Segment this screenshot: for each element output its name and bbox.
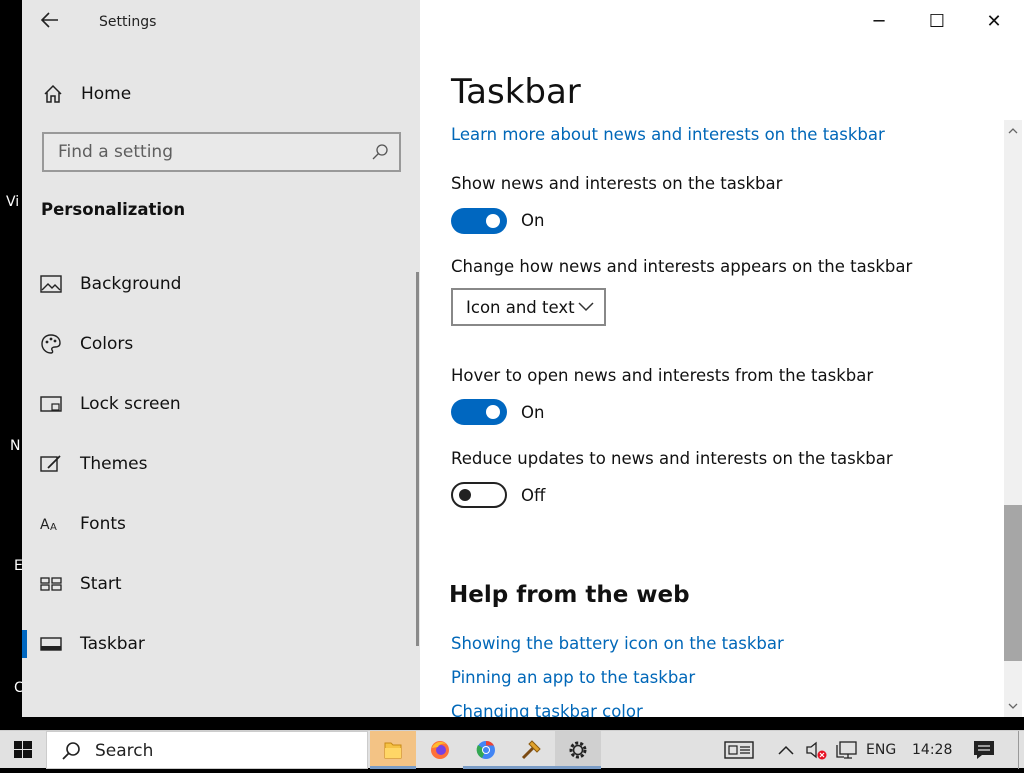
reduce-updates-toggle[interactable] bbox=[451, 482, 507, 508]
palette-icon bbox=[41, 334, 61, 354]
show-news-label: Show news and interests on the taskbar bbox=[451, 174, 783, 193]
svg-text:A: A bbox=[50, 522, 57, 533]
toggle-knob bbox=[486, 405, 500, 419]
scroll-down-arrow-icon[interactable] bbox=[1004, 697, 1022, 715]
nav-scrollbar[interactable] bbox=[416, 272, 419, 646]
taskbar: Search ENG 14:28 bbox=[0, 730, 1024, 769]
help-link-battery[interactable]: Showing the battery icon on the taskbar bbox=[451, 634, 784, 653]
nav-item-colors[interactable]: Colors bbox=[22, 322, 418, 366]
nav-item-fonts[interactable]: A A Fonts bbox=[22, 502, 418, 546]
firefox-taskbar-button[interactable] bbox=[417, 731, 463, 769]
show-desktop-button[interactable] bbox=[1018, 731, 1024, 769]
tool-app-icon bbox=[521, 740, 541, 760]
dropdown-value: Icon and text bbox=[466, 298, 575, 317]
find-setting-input[interactable] bbox=[44, 134, 364, 170]
nav-item-taskbar[interactable]: Taskbar bbox=[22, 622, 418, 666]
firefox-icon bbox=[431, 741, 449, 759]
back-button[interactable] bbox=[40, 10, 64, 34]
close-button[interactable]: ✕ bbox=[971, 8, 1017, 36]
maximize-button[interactable]: ☐ bbox=[914, 8, 960, 36]
section-title: Personalization bbox=[41, 200, 186, 219]
hover-open-toggle[interactable] bbox=[451, 399, 507, 425]
help-section-title: Help from the web bbox=[449, 582, 690, 608]
nav-item-lock-screen[interactable]: Lock screen bbox=[22, 382, 418, 426]
news-and-interests-button[interactable] bbox=[722, 731, 758, 769]
home-button[interactable]: Home bbox=[42, 82, 131, 106]
help-link-color[interactable]: Changing taskbar color bbox=[451, 702, 643, 717]
start-icon bbox=[40, 577, 62, 591]
page-title: Taskbar bbox=[451, 72, 581, 112]
picture-icon bbox=[40, 275, 62, 293]
help-link-pinning[interactable]: Pinning an app to the taskbar bbox=[451, 668, 695, 687]
news-icon bbox=[724, 741, 754, 759]
search-icon bbox=[62, 742, 80, 760]
taskbar-icon bbox=[40, 637, 62, 651]
input-language-indicator[interactable]: ENG bbox=[866, 731, 906, 769]
fonts-icon: A A bbox=[40, 517, 57, 533]
reduce-updates-label: Reduce updates to news and interests on … bbox=[451, 449, 893, 468]
clock[interactable]: 14:28 bbox=[912, 731, 960, 769]
file-explorer-taskbar-button[interactable] bbox=[370, 731, 416, 769]
nav-item-label: Fonts bbox=[80, 514, 126, 534]
home-icon bbox=[44, 84, 62, 103]
navigation-pane: Settings Home Personalization Background bbox=[22, 0, 420, 717]
taskbar-search-label: Search bbox=[95, 741, 154, 761]
show-news-toggle[interactable] bbox=[451, 208, 507, 234]
learn-more-link[interactable]: Learn more about news and interests on t… bbox=[451, 125, 885, 144]
search-icon[interactable] bbox=[371, 143, 389, 161]
show-hidden-icons-button[interactable] bbox=[776, 731, 796, 769]
desktop-icon-label: Vi bbox=[6, 194, 20, 210]
toggle-knob bbox=[459, 489, 471, 501]
start-button[interactable] bbox=[0, 731, 46, 769]
chrome-icon bbox=[476, 740, 495, 759]
change-appearance-label: Change how news and interests appears on… bbox=[451, 257, 913, 276]
volume-muted-icon bbox=[806, 741, 827, 760]
nav-item-label: Start bbox=[80, 574, 122, 594]
network-icon bbox=[836, 741, 857, 759]
nav-item-label: Lock screen bbox=[80, 394, 181, 414]
svg-text:A: A bbox=[40, 517, 50, 533]
network-button[interactable] bbox=[834, 731, 860, 769]
hover-open-label: Hover to open news and interests from th… bbox=[451, 366, 874, 385]
scroll-up-arrow-icon[interactable] bbox=[1004, 122, 1022, 140]
toggle-knob bbox=[486, 214, 500, 228]
chevron-up-icon bbox=[778, 745, 794, 755]
tool-app-taskbar-button[interactable] bbox=[509, 731, 555, 769]
nav-item-start[interactable]: Start bbox=[22, 562, 418, 606]
nav-item-label: Colors bbox=[80, 334, 134, 354]
settings-taskbar-button[interactable] bbox=[555, 731, 601, 769]
action-center-button[interactable] bbox=[968, 731, 1000, 769]
show-news-state: On bbox=[521, 211, 545, 230]
settings-gear-icon bbox=[569, 741, 587, 759]
content-scroll-thumb[interactable] bbox=[1004, 505, 1022, 661]
nav-item-background[interactable]: Background bbox=[22, 262, 418, 306]
nav-item-label: Taskbar bbox=[80, 634, 145, 654]
chrome-taskbar-button[interactable] bbox=[463, 731, 509, 769]
nav-item-themes[interactable]: Themes bbox=[22, 442, 418, 486]
notification-icon bbox=[974, 741, 994, 759]
lock-screen-icon bbox=[40, 396, 62, 412]
volume-button[interactable] bbox=[804, 731, 828, 769]
desktop-icon-label: N bbox=[10, 438, 21, 454]
themes-icon bbox=[40, 455, 61, 472]
settings-window: Settings Home Personalization Background bbox=[22, 0, 1024, 717]
taskbar-search-box[interactable]: Search bbox=[46, 731, 368, 769]
reduce-updates-state: Off bbox=[521, 486, 546, 505]
app-title: Settings bbox=[99, 14, 157, 30]
windows-logo-icon bbox=[14, 741, 32, 758]
desktop-edge: Vi N E C bbox=[0, 0, 24, 730]
content-pane: ─ ☐ ✕ Taskbar Learn more about news and … bbox=[420, 0, 1024, 717]
hover-open-state: On bbox=[521, 403, 545, 422]
back-arrow-icon bbox=[40, 12, 58, 28]
file-explorer-icon bbox=[384, 742, 402, 759]
home-label: Home bbox=[81, 84, 132, 104]
nav-item-label: Background bbox=[80, 274, 182, 294]
nav-item-label: Themes bbox=[80, 454, 148, 474]
minimize-button[interactable]: ─ bbox=[856, 8, 902, 36]
appearance-dropdown[interactable]: Icon and text bbox=[451, 288, 606, 326]
chevron-down-icon bbox=[578, 302, 594, 312]
find-setting-box[interactable] bbox=[42, 132, 401, 172]
